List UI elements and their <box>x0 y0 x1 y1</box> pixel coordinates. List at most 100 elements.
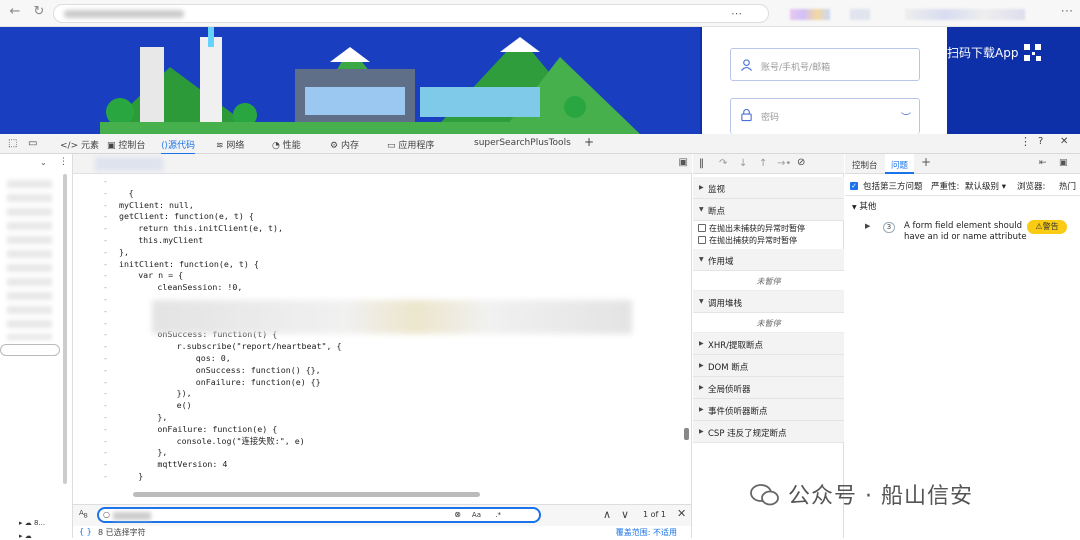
line-gutter-marker[interactable]: - <box>103 400 108 412</box>
tab-network[interactable]: ≋ 网络 <box>216 138 244 151</box>
line-gutter-marker[interactable]: - <box>103 447 108 459</box>
code-line[interactable]: - console.log("连接失败:", e) <box>73 436 683 448</box>
line-gutter-marker[interactable]: - <box>103 188 108 200</box>
code-line[interactable]: - onFailure: function(e) { <box>73 424 683 436</box>
replace-toggle-icon[interactable]: AB <box>79 509 88 519</box>
line-gutter-marker[interactable]: - <box>103 318 108 330</box>
line-gutter-marker[interactable]: - <box>103 223 108 235</box>
code-line[interactable]: - this.myClient <box>73 235 683 247</box>
code-line[interactable]: -{ <box>73 188 683 200</box>
debugger-section[interactable]: ▼ 作用域 <box>693 249 844 271</box>
code-line[interactable]: - <box>73 176 683 188</box>
close-devtools-icon[interactable]: ✕ <box>1060 136 1068 147</box>
regex-button[interactable]: .* <box>495 511 501 519</box>
step-icon[interactable]: →• <box>777 158 791 169</box>
tree-item[interactable]: ▸ ☁ <box>19 532 32 540</box>
line-gutter-marker[interactable]: - <box>103 270 108 282</box>
eye-closed-icon[interactable]: ︶ <box>901 109 911 124</box>
pause-uncaught-checkbox[interactable]: 在抛出未捕获的异常时暂停 <box>698 223 805 234</box>
code-view[interactable]: - -{- myClient: null, - getClient: function(… <box>73 176 683 494</box>
line-gutter-marker[interactable]: - <box>103 176 108 188</box>
extension-icons[interactable] <box>790 9 830 20</box>
line-gutter-marker[interactable]: - <box>103 412 108 424</box>
app-download-link[interactable]: 扫码下载App <box>947 44 1042 61</box>
code-line[interactable]: - initClient: function(e, t) { <box>73 259 683 271</box>
tree-chevron-down-icon[interactable]: ⌄ <box>40 158 47 167</box>
code-line[interactable]: - r.subscribe("report/heartbeat", { <box>73 341 683 353</box>
line-gutter-marker[interactable]: - <box>103 247 108 259</box>
debugger-section[interactable]: ▶ 事件侦听器断点 <box>693 399 844 421</box>
back-arrow-icon[interactable]: ← <box>6 4 24 19</box>
tree-cloud-icon[interactable]: ▸ ☁ 8... <box>19 519 45 527</box>
step-over-icon[interactable]: ↷ <box>719 158 727 169</box>
line-gutter-marker[interactable]: - <box>103 294 108 306</box>
line-gutter-marker[interactable]: - <box>103 329 108 341</box>
browser-filter-value[interactable]: 热门 <box>1059 180 1080 192</box>
code-line[interactable]: - onSuccess: function() {}, <box>73 365 683 377</box>
line-gutter-marker[interactable]: - <box>103 259 108 271</box>
tree-vscroll[interactable] <box>63 174 67 484</box>
drawer-add-tab[interactable]: + <box>921 155 931 169</box>
issue-group-header[interactable]: ▼ 其他 <box>852 200 876 212</box>
code-line[interactable]: - e() <box>73 400 683 412</box>
line-gutter-marker[interactable]: - <box>103 436 108 448</box>
help-icon[interactable]: ? <box>1038 136 1043 147</box>
line-gutter-marker[interactable]: - <box>103 282 108 294</box>
close-drawer-icon[interactable]: ▣ <box>1059 158 1068 168</box>
tab-console[interactable]: ▣ 控制台 <box>107 138 145 151</box>
clear-search-icon[interactable]: ⊗ <box>454 510 461 519</box>
checkbox-box[interactable] <box>698 224 706 232</box>
issue-expand-icon[interactable]: ▶ <box>865 222 870 230</box>
inspect-icon[interactable]: ⬚ <box>8 138 17 149</box>
add-tab-button[interactable]: + <box>584 135 594 149</box>
tab-memory[interactable]: ⚙ 内存 <box>330 138 359 151</box>
line-gutter-marker[interactable]: - <box>103 459 108 471</box>
pause-icon[interactable]: ‖ <box>699 158 704 169</box>
line-gutter-marker[interactable]: - <box>103 341 108 353</box>
line-gutter-marker[interactable]: - <box>103 200 108 212</box>
more-icon[interactable]: ⋯ <box>731 7 742 20</box>
pretty-print-icon[interactable]: { } <box>79 527 92 536</box>
line-gutter-marker[interactable]: - <box>103 306 108 318</box>
pause-caught-checkbox[interactable]: 在抛出捕获的异常时暂停 <box>698 235 797 246</box>
code-line[interactable]: -}, <box>73 412 683 424</box>
debugger-section[interactable]: ▶ XHR/提取断点 <box>693 333 844 355</box>
more-options-icon[interactable]: ⋮ <box>1020 135 1031 148</box>
toggle-debugger-icon[interactable]: ▣ <box>679 157 688 168</box>
severity-select[interactable]: 默认级别 ▾ <box>965 180 1006 192</box>
next-match-icon[interactable]: ∨ <box>621 508 629 521</box>
drawer-tab-console[interactable]: 控制台 <box>852 159 878 171</box>
extension-icon[interactable] <box>850 9 870 20</box>
reload-icon[interactable]: ↻ <box>30 4 48 19</box>
line-gutter-marker[interactable]: - <box>103 388 108 400</box>
tree-more-icon[interactable]: ⋮ <box>59 157 68 167</box>
line-gutter-marker[interactable]: - <box>103 211 108 223</box>
code-line[interactable]: - cleanSession: !0, <box>73 282 683 294</box>
menu-icon[interactable]: ⋯ <box>1058 4 1076 19</box>
line-gutter-marker[interactable]: - <box>103 353 108 365</box>
debugger-section[interactable]: ▼ 调用堆栈 <box>693 291 844 313</box>
password-field[interactable]: 密码 ︶ <box>730 98 920 134</box>
line-gutter-marker[interactable]: - <box>103 471 108 483</box>
step-into-icon[interactable]: ↓ <box>739 158 747 169</box>
code-line[interactable]: -}, <box>73 447 683 459</box>
code-line[interactable]: -} <box>73 471 683 483</box>
code-line[interactable]: -}, <box>73 247 683 259</box>
match-case-button[interactable]: Aa <box>472 511 481 519</box>
find-input[interactable]: ○ ⊗ Aa .* <box>97 507 541 523</box>
line-gutter-marker[interactable]: - <box>103 377 108 389</box>
debugger-section[interactable]: ▼ 断点 <box>693 199 844 221</box>
debugger-section[interactable]: ▶ DOM 断点 <box>693 355 844 377</box>
dock-icon[interactable]: ⇤ <box>1039 158 1047 168</box>
code-line[interactable]: - return this.initClient(e, t), <box>73 223 683 235</box>
coverage-status[interactable]: 覆盖范围: 不适用 <box>616 527 677 538</box>
tab-supersearch[interactable]: superSearchPlusTools <box>474 138 571 148</box>
issue-row[interactable]: ▶ 3 A form field element should have an … <box>845 216 1080 246</box>
editor-file-tab[interactable] <box>95 157 163 171</box>
line-gutter-marker[interactable]: - <box>103 365 108 377</box>
code-line[interactable]: -}), <box>73 388 683 400</box>
code-line[interactable]: - getClient: function(e, t) { <box>73 211 683 223</box>
code-line[interactable]: - myClient: null, <box>73 200 683 212</box>
third-party-checkbox[interactable]: ✓ <box>850 180 858 190</box>
extension-icons-right[interactable] <box>905 9 1025 20</box>
